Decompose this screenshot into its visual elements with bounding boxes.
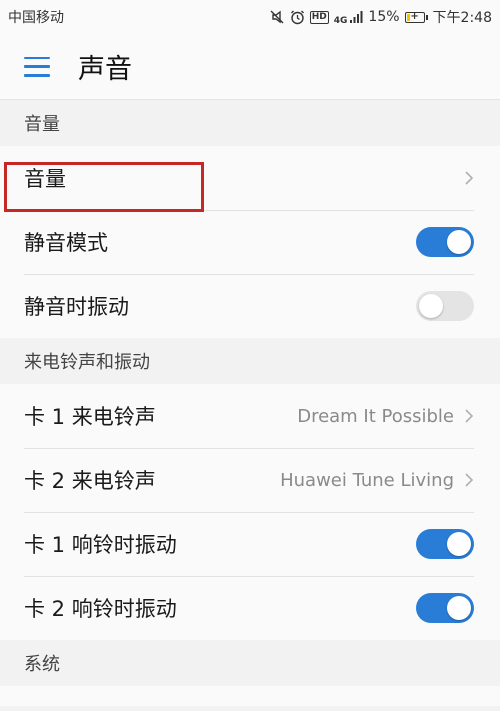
silent-mode-row[interactable]: 静音模式 (0, 210, 500, 274)
toolbar: 声音 (0, 34, 500, 100)
hd-badge: HD (309, 10, 329, 24)
row-label: 卡 1 响铃时振动 (24, 533, 177, 557)
carrier-label: 中国移动 (8, 10, 64, 26)
battery-icon: + (404, 11, 428, 23)
vibrate-when-silent-toggle[interactable] (416, 291, 474, 321)
section-header-system: 系统 (0, 640, 500, 686)
row-label: 静音模式 (24, 231, 108, 255)
sim2-vibrate-row[interactable]: 卡 2 响铃时振动 (0, 576, 500, 640)
page-title: 声音 (78, 54, 132, 85)
clock: 下午2:48 (432, 10, 492, 26)
status-bar: 中国移动 HD 4G 15% + 下午2:48 (0, 0, 500, 34)
sim1-vibrate-row[interactable]: 卡 1 响铃时振动 (0, 512, 500, 576)
chevron-right-icon (465, 171, 474, 185)
row-value: Dream It Possible (297, 405, 454, 427)
sim1-ringtone-row[interactable]: 卡 1 来电铃声 Dream It Possible (0, 384, 500, 448)
row-value: Huawei Tune Living (280, 469, 454, 491)
row-label: 卡 2 来电铃声 (24, 469, 156, 493)
section-header-volume: 音量 (0, 100, 500, 146)
battery-percent: 15% (368, 9, 400, 25)
status-icons: HD 4G 15% + 下午2:48 (270, 7, 492, 27)
mute-icon (270, 10, 284, 24)
vibrate-when-silent-row[interactable]: 静音时振动 (0, 274, 500, 338)
sim2-vibrate-toggle[interactable] (416, 593, 474, 623)
list-group-ringtone: 卡 1 来电铃声 Dream It Possible 卡 2 来电铃声 Huaw… (0, 384, 500, 640)
list-group-system (0, 686, 500, 706)
menu-icon[interactable] (24, 56, 50, 77)
alarm-icon (290, 10, 304, 24)
sim1-vibrate-toggle[interactable] (416, 529, 474, 559)
row-label: 静音时振动 (24, 295, 129, 319)
sim2-ringtone-row[interactable]: 卡 2 来电铃声 Huawei Tune Living (0, 448, 500, 512)
row-label: 卡 1 来电铃声 (24, 405, 156, 429)
chevron-right-icon (465, 473, 474, 487)
section-header-ringtone: 来电铃声和振动 (0, 338, 500, 384)
silent-mode-toggle[interactable] (416, 227, 474, 257)
row-label: 卡 2 响铃时振动 (24, 597, 177, 621)
chevron-right-icon (465, 409, 474, 423)
highlight-annotation (4, 162, 204, 212)
signal-icon (350, 11, 363, 23)
network-label: 4G (333, 16, 348, 26)
